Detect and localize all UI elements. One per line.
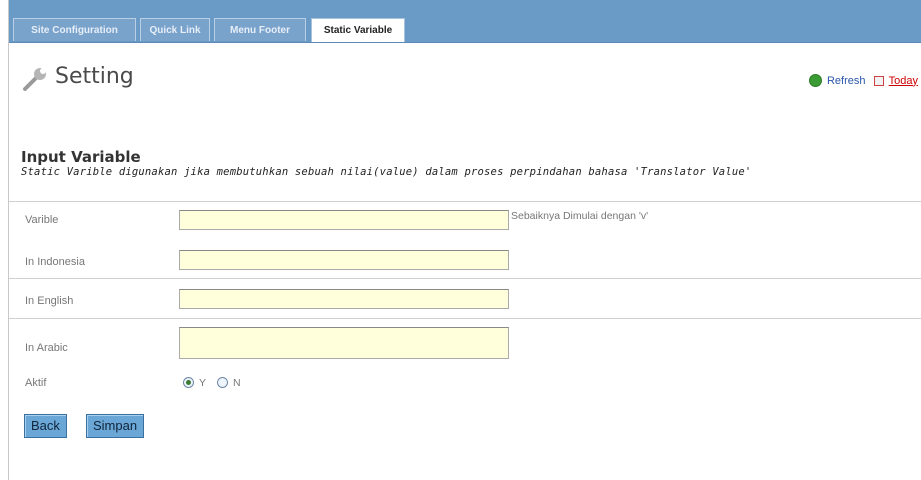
in-arabic-label: In Arabic xyxy=(25,342,68,354)
section-description: Static Varible digunakan jika membutuhka… xyxy=(21,166,752,178)
tab-static-variable[interactable]: Static Variable xyxy=(311,18,405,42)
aktif-radio-n[interactable] xyxy=(217,377,228,388)
refresh-link[interactable]: Refresh xyxy=(827,75,866,87)
divider xyxy=(9,318,921,319)
refresh-icon[interactable] xyxy=(808,74,822,87)
variable-label: Varible xyxy=(25,214,59,226)
in-english-label: In English xyxy=(25,295,74,307)
calendar-icon[interactable] xyxy=(873,75,884,86)
in-arabic-input[interactable] xyxy=(179,327,509,359)
aktif-radio-y-label: Y xyxy=(199,377,207,389)
divider xyxy=(9,278,921,279)
tab-menu-footer[interactable]: Menu Footer xyxy=(214,18,306,41)
in-english-input[interactable] xyxy=(179,289,509,309)
save-button[interactable]: Simpan xyxy=(86,414,145,438)
tab-quick-link[interactable]: Quick Link xyxy=(140,18,210,41)
tab-site-configuration[interactable]: Site Configuration xyxy=(13,18,136,41)
aktif-radio-y[interactable] xyxy=(183,377,194,388)
in-indonesia-input[interactable] xyxy=(179,250,509,270)
today-link[interactable]: Today xyxy=(889,75,918,87)
section-title: Input Variable xyxy=(21,148,141,166)
wrench-icon xyxy=(23,68,46,91)
page-title: Setting xyxy=(55,64,134,89)
in-indonesia-label: In Indonesia xyxy=(25,256,85,268)
variable-hint: Sebaiknya Dimulai dengan 'v' xyxy=(511,210,649,222)
main-frame: Site Configuration Quick Link Menu Foote… xyxy=(8,0,921,480)
back-button[interactable]: Back xyxy=(24,414,67,438)
top-links: Refresh Today xyxy=(808,74,918,87)
divider xyxy=(9,201,921,202)
tab-bar: Site Configuration Quick Link Menu Foote… xyxy=(9,0,921,43)
variable-input[interactable] xyxy=(179,210,509,230)
aktif-radio-n-label: N xyxy=(233,377,241,389)
aktif-label: Aktif xyxy=(25,377,47,389)
